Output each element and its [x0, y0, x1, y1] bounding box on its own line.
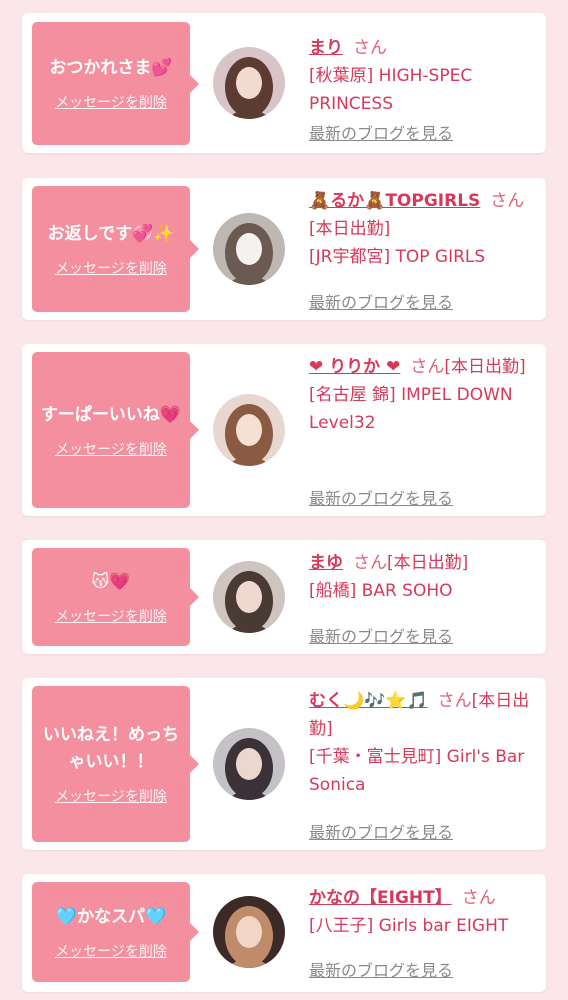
message-card: お返しです💞✨ メッセージを削除 🧸るか🧸TOPGIRLS さん [本日出勤] [JR宇都… — [22, 178, 546, 320]
girl-name-link[interactable]: むく🌙🎶⭐🎵 — [309, 691, 428, 711]
latest-blog-link[interactable]: 最新のブログを見る — [309, 485, 453, 509]
message-text: いいねえ！めっちゃいい！！ — [43, 725, 179, 772]
girl-name-link[interactable]: まゆ — [309, 553, 343, 573]
shop-detail: [JR宇都宮] TOP GIRLS — [309, 247, 486, 267]
girl-info: まり さん [秋葉原] HIGH-SPEC PRINCESS — [309, 34, 539, 118]
delete-message-link[interactable]: メッセージを削除 — [55, 258, 167, 278]
message-text: 😽💗 — [91, 571, 131, 592]
delete-message-link[interactable]: メッセージを削除 — [55, 606, 167, 626]
message-bubble: いいねえ！めっちゃいい！！ メッセージを削除 — [32, 686, 199, 842]
message-card: おつかれさま💕 メッセージを削除 まり さん [秋葉原] HIGH-SPEC PRINC… — [22, 13, 546, 153]
message-card: 🩵かなスパ🩵 メッセージを削除 かなの【EIGHT】 さん [八王子] Girls ba… — [22, 874, 546, 992]
message-card: すーぱーいいね💗 メッセージを削除 ❤ りりか ❤ さん[本日出勤] [名古屋 錦] I… — [22, 344, 546, 516]
delete-message-link[interactable]: メッセージを削除 — [55, 92, 167, 112]
delete-message-link[interactable]: メッセージを削除 — [55, 941, 167, 961]
avatar[interactable] — [213, 561, 285, 633]
girl-info: 🧸るか🧸TOPGIRLS さん [本日出勤] [JR宇都宮] TOP GIRLS — [309, 187, 539, 271]
message-bubble: お返しです💞✨ メッセージを削除 — [32, 186, 199, 312]
message-text: すーぱーいいね💗 — [40, 404, 182, 425]
honorific: さん — [353, 38, 387, 58]
shop-detail: [船橋] BAR SOHO — [309, 581, 453, 601]
girl-name-link[interactable]: まり — [309, 38, 343, 58]
honorific: さん — [437, 691, 472, 711]
latest-blog-link[interactable]: 最新のブログを見る — [309, 289, 453, 313]
shop-detail: [本日出勤] — [444, 357, 526, 377]
girl-info: むく🌙🎶⭐🎵 さん[本日出勤] [千葉・富士見町] Girl's Bar Sonic… — [309, 687, 539, 799]
girl-info: まゆ さん[本日出勤] [船橋] BAR SOHO — [309, 549, 539, 605]
message-list: おつかれさま💕 メッセージを削除 まり さん [秋葉原] HIGH-SPEC PRINC… — [0, 0, 568, 1000]
message-bubble: すーぱーいいね💗 メッセージを削除 — [32, 352, 199, 508]
message-text: 🩵かなスパ🩵 — [55, 906, 167, 927]
girl-name-link[interactable]: かなの【EIGHT】 — [309, 888, 452, 908]
girl-info: ❤ りりか ❤ さん[本日出勤] [名古屋 錦] IMPEL DOWN Level3… — [309, 353, 539, 437]
latest-blog-link[interactable]: 最新のブログを見る — [309, 120, 453, 144]
avatar[interactable] — [213, 728, 285, 800]
message-text: おつかれさま💕 — [49, 58, 173, 78]
message-bubble: 😽💗 メッセージを削除 — [32, 548, 199, 646]
shop-detail: [名古屋 錦] IMPEL DOWN Level32 — [309, 385, 513, 433]
honorific: さん — [461, 888, 496, 908]
shop-detail: [秋葉原] HIGH-SPEC PRINCESS — [309, 66, 473, 114]
shop-detail: [本日出勤] — [309, 219, 391, 239]
honorific: さん — [490, 191, 525, 211]
honorific: さん — [353, 553, 387, 573]
avatar[interactable] — [213, 896, 285, 968]
latest-blog-link[interactable]: 最新のブログを見る — [309, 819, 453, 843]
avatar[interactable] — [213, 394, 285, 466]
message-bubble: 🩵かなスパ🩵 メッセージを削除 — [32, 882, 199, 982]
latest-blog-link[interactable]: 最新のブログを見る — [309, 623, 453, 647]
honorific: さん — [410, 357, 445, 377]
avatar[interactable] — [213, 47, 285, 119]
shop-detail: [千葉・富士見町] Girl's Bar Sonica — [309, 747, 525, 795]
shop-detail: [本日出勤] — [387, 553, 469, 573]
girl-name-link[interactable]: ❤ りりか ❤ — [309, 357, 400, 377]
message-card: 😽💗 メッセージを削除 まゆ さん[本日出勤] [船橋] BAR SOHO 最新のブログを… — [22, 540, 546, 654]
girl-name-link[interactable]: 🧸るか🧸TOPGIRLS — [309, 191, 480, 211]
message-text: お返しです💞✨ — [47, 223, 175, 244]
delete-message-link[interactable]: メッセージを削除 — [55, 439, 167, 459]
latest-blog-link[interactable]: 最新のブログを見る — [309, 957, 453, 981]
message-bubble: おつかれさま💕 メッセージを削除 — [32, 22, 199, 145]
avatar[interactable] — [213, 213, 285, 285]
girl-info: かなの【EIGHT】 さん [八王子] Girls bar EIGHT — [309, 884, 539, 940]
shop-detail: [八王子] Girls bar EIGHT — [309, 916, 509, 936]
message-card: いいねえ！めっちゃいい！！ メッセージを削除 むく🌙🎶⭐🎵 さん[本日出勤] [千葉・富… — [22, 678, 546, 850]
delete-message-link[interactable]: メッセージを削除 — [55, 786, 167, 806]
